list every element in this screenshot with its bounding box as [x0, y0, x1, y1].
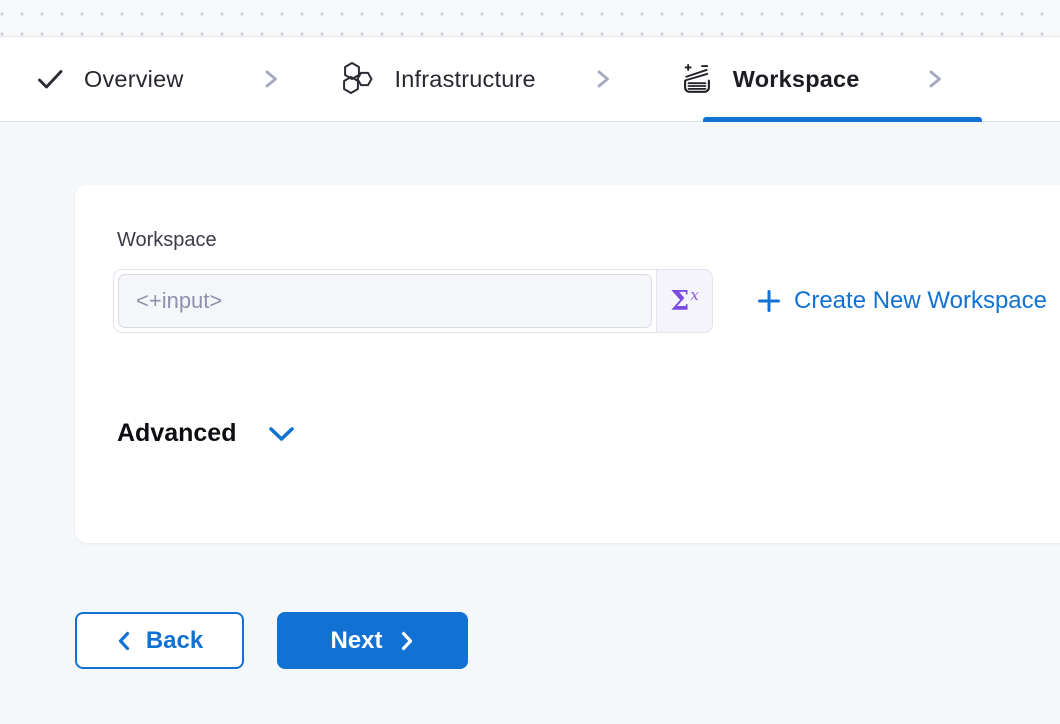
workspace-form-card: Workspace Σx Create New Workspace Advanc… [75, 185, 1060, 543]
plus-icon [757, 289, 781, 313]
sigma-superscript-x: x [690, 286, 698, 304]
wizard-stepper-bar: Overview Infrastructure [0, 37, 1060, 122]
create-new-workspace-link[interactable]: Create New Workspace [757, 287, 1047, 315]
step-label: Workspace [733, 66, 860, 93]
step-label: Infrastructure [395, 66, 536, 93]
workspace-input-row: Σx Create New Workspace [113, 269, 1047, 333]
workspace-input-group: Σx [113, 269, 713, 333]
next-button-label: Next [330, 627, 382, 655]
workspace-field-label: Workspace [117, 229, 217, 252]
check-icon [35, 64, 65, 94]
workspace-stack-icon [680, 62, 714, 96]
chevron-down-icon [266, 421, 297, 447]
step-label: Overview [84, 66, 184, 93]
workflow-canvas-dotted-background [0, 0, 1060, 37]
expression-sigma-button[interactable]: Σx [656, 270, 712, 332]
back-button[interactable]: Back [75, 612, 244, 669]
workspace-input[interactable] [118, 274, 652, 328]
create-new-workspace-label: Create New Workspace [794, 287, 1047, 315]
advanced-label: Advanced [117, 419, 236, 448]
chevron-left-icon [116, 628, 132, 654]
chevron-right-icon [924, 64, 946, 94]
chevron-right-icon [399, 628, 415, 654]
advanced-toggle[interactable]: Advanced [117, 419, 297, 448]
step-tab-infrastructure[interactable]: Infrastructure [338, 60, 536, 98]
back-button-label: Back [146, 627, 203, 655]
step-tab-workspace[interactable]: Workspace [680, 62, 860, 96]
chevron-right-icon [592, 64, 614, 94]
next-button[interactable]: Next [277, 612, 468, 669]
wizard-page: Workspace Σx Create New Workspace Advanc… [0, 122, 1060, 723]
hexagons-icon [338, 60, 376, 98]
chevron-right-icon [260, 64, 282, 94]
step-tab-overview[interactable]: Overview [35, 64, 184, 94]
wizard-footer-actions: Back Next [75, 612, 468, 669]
sigma-icon: Σ [670, 288, 689, 315]
